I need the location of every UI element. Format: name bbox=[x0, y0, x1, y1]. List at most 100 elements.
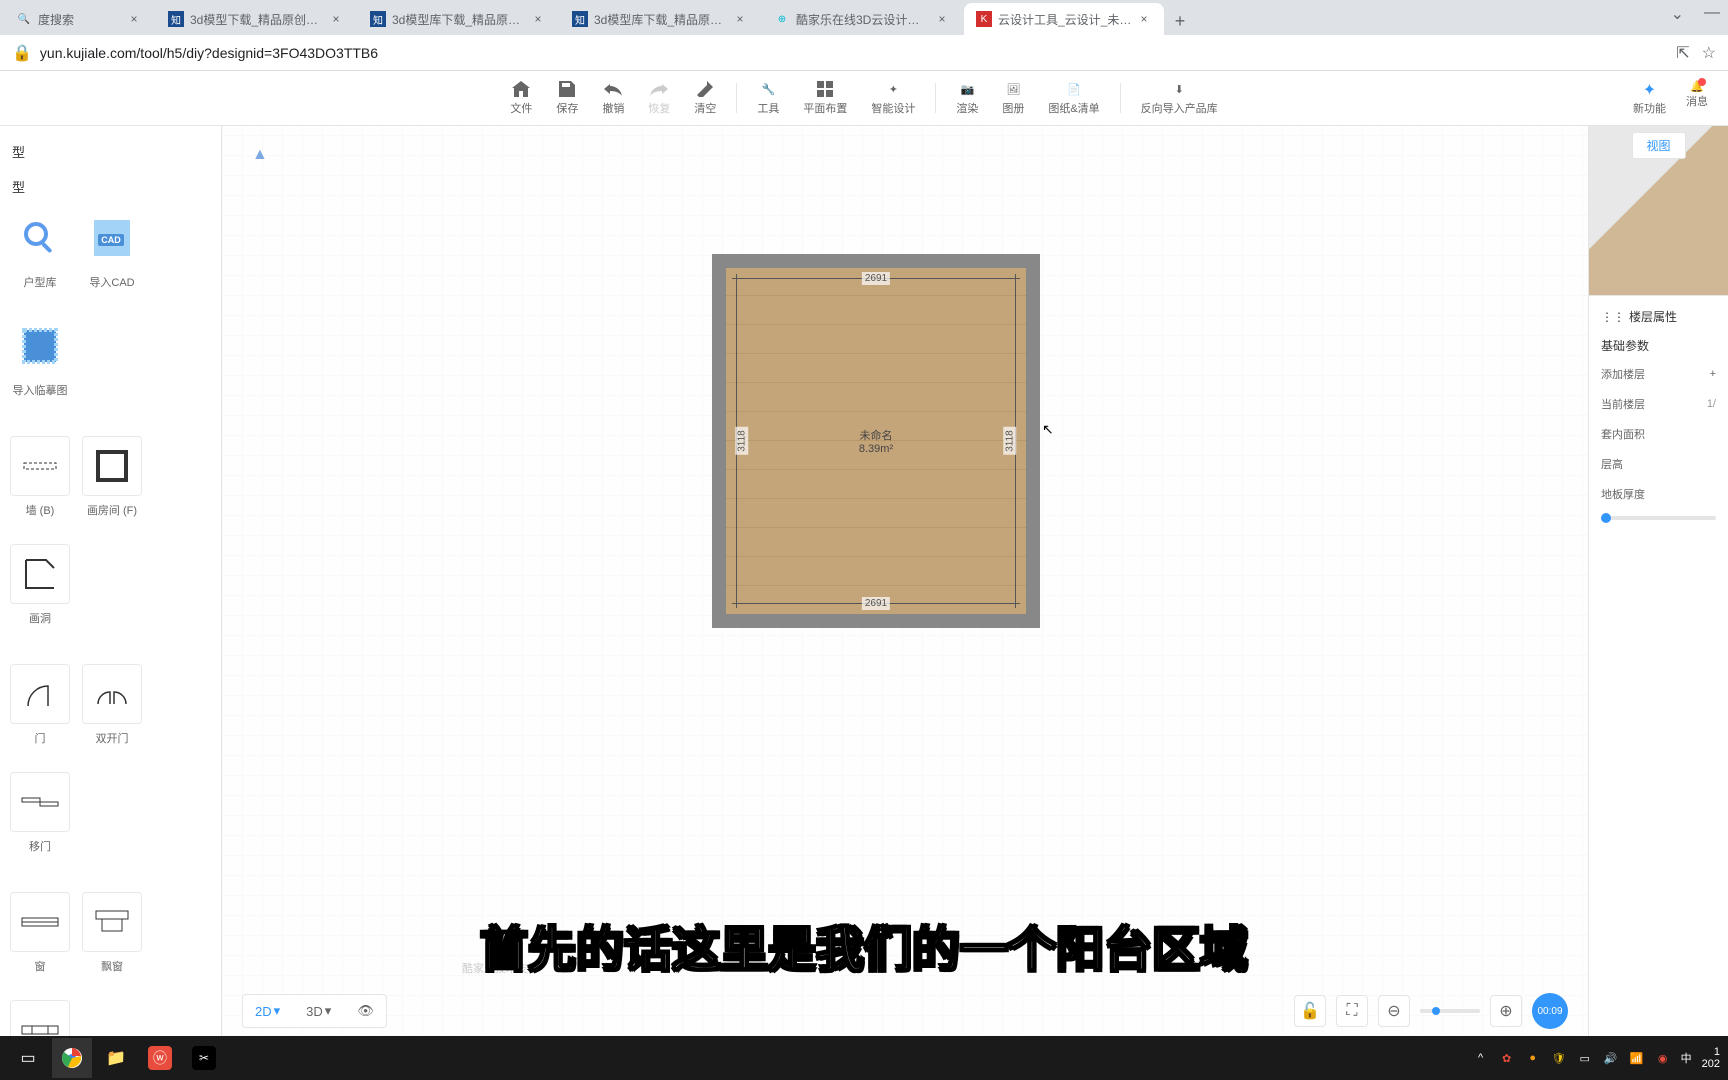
left-tool-panel[interactable]: 型 型 户型库 CAD导入CAD 导入临摹图 墙 (B) 画房间 (F) 画洞 … bbox=[0, 126, 222, 1036]
taskbar-time[interactable]: 1 bbox=[1702, 1046, 1720, 1058]
app-toolbar: 文件 保存 撤销 恢复 清空 🔧工具 平面布置 ✦智能设计 📷渲染 🖼图册 📄图… bbox=[0, 71, 1728, 126]
zoom-out-button[interactable]: ⊖ bbox=[1378, 995, 1410, 1027]
file-button[interactable]: 文件 bbox=[498, 76, 544, 120]
prop-floor-thickness: 地板厚度 bbox=[1601, 486, 1716, 502]
lock-button[interactable]: 🔓 bbox=[1294, 995, 1326, 1027]
chevron-down-icon: ▾ bbox=[325, 1003, 332, 1019]
close-icon[interactable]: × bbox=[1136, 11, 1152, 27]
app-button-2[interactable]: ✂ bbox=[184, 1038, 224, 1078]
lock-icon[interactable]: 🔒 bbox=[12, 43, 32, 63]
app-button-1[interactable]: ⓦ bbox=[140, 1038, 180, 1078]
prop-label: 添加楼层 bbox=[1601, 366, 1645, 382]
eraser-icon bbox=[695, 80, 715, 98]
browser-tab-5[interactable]: K云设计工具_云设计_未命名× bbox=[964, 3, 1164, 35]
tools-button[interactable]: 🔧工具 bbox=[745, 76, 791, 120]
3d-preview[interactable]: 视图 bbox=[1589, 126, 1728, 296]
tool-wall[interactable]: 墙 (B) bbox=[8, 432, 72, 532]
chrome-button[interactable] bbox=[52, 1038, 92, 1078]
tool-sliding-door[interactable]: 移门 bbox=[8, 768, 72, 868]
taskbar-date[interactable]: 202 bbox=[1702, 1058, 1720, 1070]
compass-icon: ▲ bbox=[252, 146, 268, 164]
close-icon[interactable]: × bbox=[328, 11, 344, 27]
grid-icon bbox=[815, 80, 835, 98]
redo-button[interactable]: 恢复 bbox=[636, 76, 682, 120]
close-icon[interactable]: × bbox=[732, 11, 748, 27]
window-icon bbox=[10, 892, 70, 952]
smart-design-button[interactable]: ✦智能设计 bbox=[859, 76, 927, 120]
tab-favicon: 知 bbox=[370, 11, 386, 27]
tool-draw-opening[interactable]: 画洞 bbox=[8, 540, 72, 640]
section-header: 型 bbox=[8, 169, 213, 204]
tray-up-icon[interactable]: ^ bbox=[1473, 1050, 1489, 1066]
toolbar-label: 新功能 bbox=[1633, 100, 1666, 116]
close-icon[interactable]: × bbox=[126, 11, 142, 27]
tool-draw-room[interactable]: 画房间 (F) bbox=[80, 432, 144, 532]
drawings-button[interactable]: 📄图纸&清单 bbox=[1036, 76, 1111, 120]
bay-window-icon bbox=[82, 892, 142, 952]
tool-import-cad[interactable]: CAD导入CAD bbox=[80, 204, 144, 304]
import-button[interactable]: ⬇反向导入产品库 bbox=[1129, 76, 1230, 120]
floor-plan-canvas[interactable]: ▲ 2691 2691 3118 3118 未命名 8.39m² ↖ 酷家乐技术… bbox=[222, 126, 1588, 1036]
prop-add-floor[interactable]: 添加楼层 + bbox=[1601, 366, 1716, 382]
explorer-button[interactable]: 📁 bbox=[96, 1038, 136, 1078]
browser-tab-1[interactable]: 知3d模型下载_精品原创3d模型库× bbox=[156, 3, 356, 35]
taskview-button[interactable]: ▭ bbox=[8, 1038, 48, 1078]
redo-icon bbox=[649, 80, 669, 98]
gallery-button[interactable]: 🖼图册 bbox=[990, 76, 1036, 120]
prop-current-floor: 当前楼层1/ bbox=[1601, 396, 1716, 412]
separator bbox=[1120, 83, 1121, 113]
new-tab-button[interactable]: + bbox=[1166, 7, 1194, 35]
2d-view-button[interactable]: 2D▾ bbox=[245, 997, 290, 1025]
ime-indicator[interactable]: 中 bbox=[1681, 1050, 1692, 1066]
slider-thumb[interactable] bbox=[1601, 513, 1611, 523]
share-icon[interactable]: ⇱ bbox=[1676, 43, 1689, 63]
close-icon[interactable]: × bbox=[530, 11, 546, 27]
toolbar-label: 渲染 bbox=[956, 100, 978, 116]
tray-icon-3[interactable]: 🛡 bbox=[1551, 1050, 1567, 1066]
minimize-icon[interactable]: — bbox=[1704, 4, 1720, 24]
browser-tab-3[interactable]: 知3d模型库下载_精品原创3d模型× bbox=[560, 3, 760, 35]
browser-tab-0[interactable]: 🔍度搜索× bbox=[4, 3, 154, 35]
browser-tab-4[interactable]: ⊕酷家乐在线3D云设计软件_室内× bbox=[762, 3, 962, 35]
bookmark-icon[interactable]: ☆ bbox=[1702, 43, 1716, 63]
new-features-button[interactable]: ✦新功能 bbox=[1633, 80, 1666, 116]
tray-volume-icon[interactable]: 🔊 bbox=[1603, 1050, 1619, 1066]
layout-button[interactable]: 平面布置 bbox=[791, 76, 859, 120]
tray-wifi-icon[interactable]: 📶 bbox=[1629, 1050, 1645, 1066]
tool-window[interactable]: 窗 bbox=[8, 888, 72, 988]
clear-button[interactable]: 清空 bbox=[682, 76, 728, 120]
undo-button[interactable]: 撤销 bbox=[590, 76, 636, 120]
messages-button[interactable]: 🔔消息 bbox=[1686, 80, 1708, 116]
chevron-down-icon[interactable]: ⌄ bbox=[1671, 4, 1684, 24]
eye-view-button[interactable]: 👁 bbox=[347, 997, 384, 1025]
tray-icon-1[interactable]: ✿ bbox=[1499, 1050, 1515, 1066]
thickness-slider[interactable] bbox=[1601, 516, 1716, 520]
render-button[interactable]: 📷渲染 bbox=[944, 76, 990, 120]
room-shape[interactable]: 2691 2691 3118 3118 未命名 8.39m² bbox=[712, 254, 1040, 628]
fit-button[interactable]: ⛶ bbox=[1336, 995, 1368, 1027]
tool-door[interactable]: 门 bbox=[8, 660, 72, 760]
browser-tab-2[interactable]: 知 3d模型库下载_精品原创3d模型× bbox=[358, 3, 558, 35]
save-button[interactable]: 保存 bbox=[544, 76, 590, 120]
tool-house-library[interactable]: 户型库 bbox=[8, 204, 72, 304]
tab-title: 3d模型库下载_精品原创3d模型 bbox=[392, 11, 526, 28]
add-icon[interactable]: + bbox=[1710, 368, 1716, 380]
tray-icon-4[interactable]: ▭ bbox=[1577, 1050, 1593, 1066]
tool-floor-window[interactable]: 落地窗 bbox=[8, 996, 72, 1036]
zoom-in-button[interactable]: ⊕ bbox=[1490, 995, 1522, 1027]
3d-view-button[interactable]: 3D▾ bbox=[296, 997, 341, 1025]
tool-label: 双开门 bbox=[96, 730, 129, 746]
room-area: 8.39m² bbox=[859, 443, 893, 455]
tray-icon-2[interactable]: ● bbox=[1525, 1050, 1541, 1066]
tool-bay-window[interactable]: 飘窗 bbox=[80, 888, 144, 988]
tray-icon-5[interactable]: ◉ bbox=[1655, 1050, 1671, 1066]
tool-import-trace[interactable]: 导入临摹图 bbox=[8, 312, 72, 412]
tool-label: 户型库 bbox=[24, 274, 57, 290]
view-tab[interactable]: 视图 bbox=[1631, 132, 1685, 159]
close-icon[interactable]: × bbox=[934, 11, 950, 27]
url-text[interactable]: yun.kujiale.com/tool/h5/diy?designid=3FO… bbox=[40, 45, 1676, 61]
zoom-slider[interactable] bbox=[1420, 1009, 1480, 1013]
section-header: 型 bbox=[8, 134, 213, 169]
time-badge[interactable]: 00:09 bbox=[1532, 993, 1568, 1029]
tool-double-door[interactable]: 双开门 bbox=[80, 660, 144, 760]
